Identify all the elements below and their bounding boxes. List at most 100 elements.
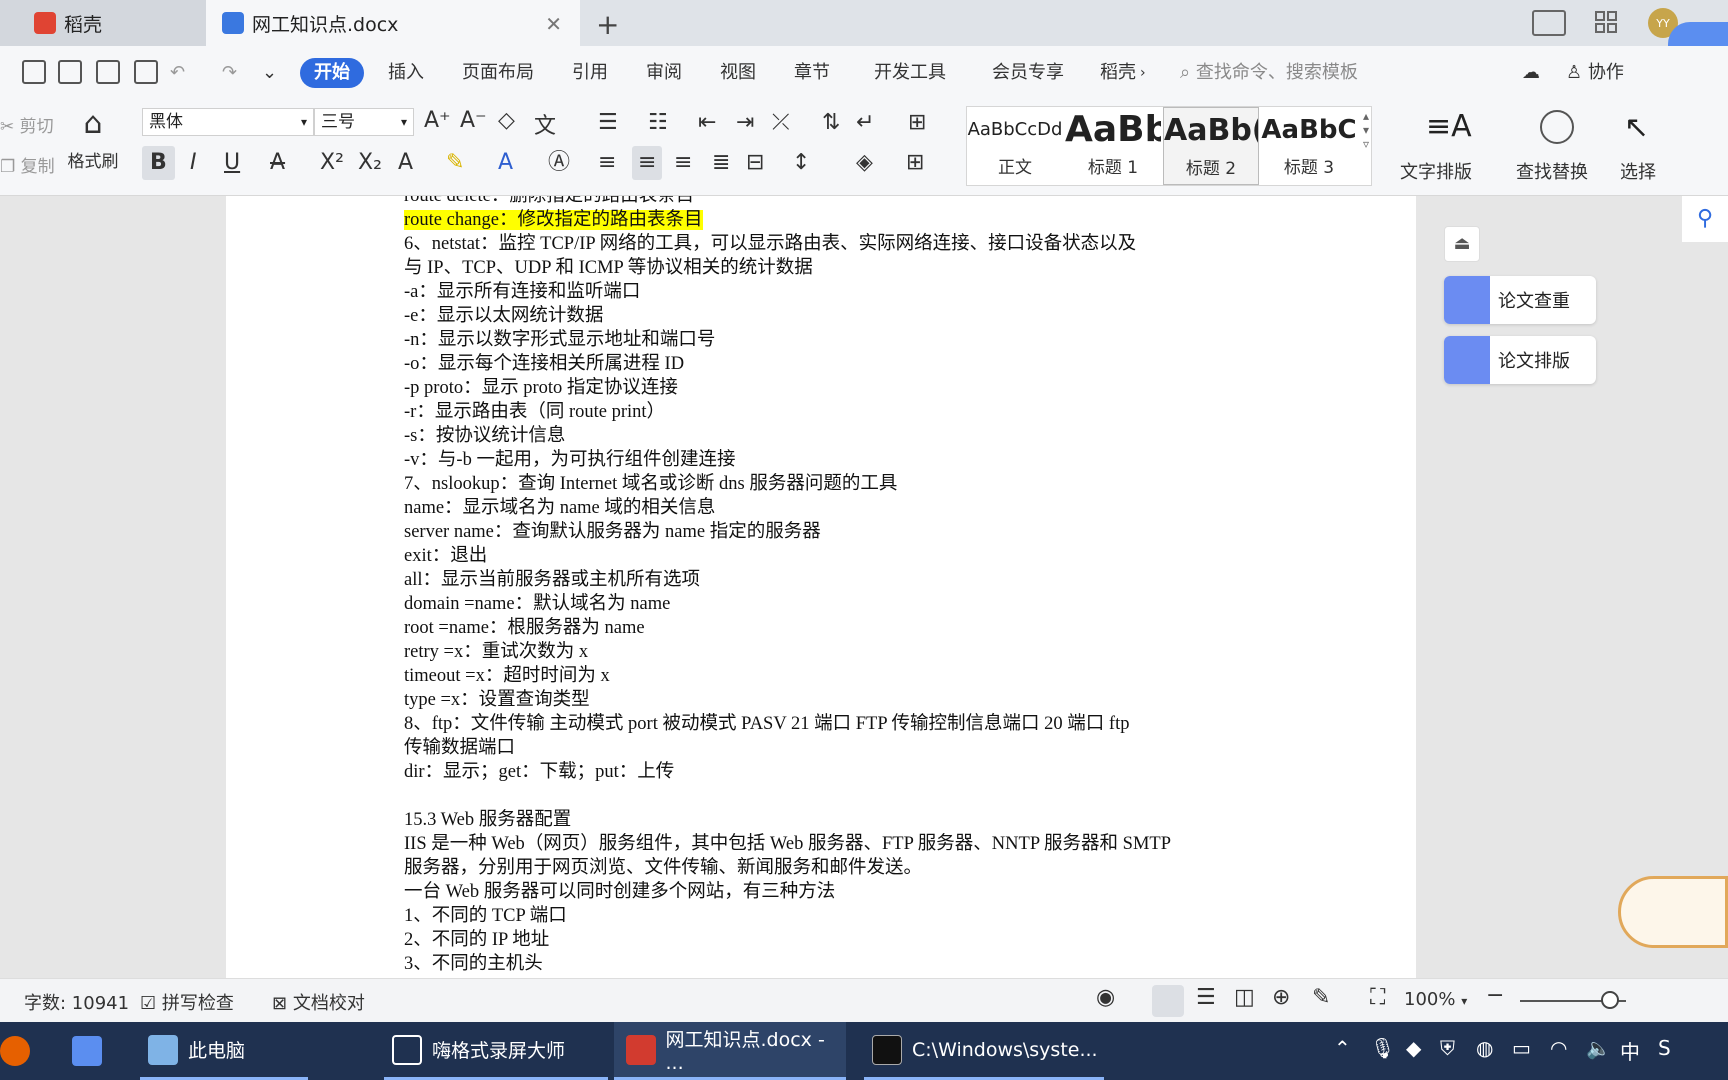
document-line[interactable]: 7、nslookup：查询 Internet 域名或诊断 dns 服务器问题的工… [404, 472, 1254, 496]
tab-daoke[interactable]: 稻壳 [0, 0, 206, 46]
menu-developer[interactable]: 开发工具 [874, 58, 946, 88]
font-color-button[interactable]: A [498, 146, 513, 180]
font-size-select[interactable]: 三号 ▾ [314, 108, 414, 136]
document-line[interactable]: root =name：根服务器为 name [404, 616, 1254, 640]
undo-icon[interactable]: ↶ [170, 58, 185, 88]
document-line[interactable]: 1、不同的 TCP 端口 [404, 904, 1254, 928]
document-line[interactable]: 3、不同的主机头 [404, 952, 1254, 976]
sogou-ime-icon[interactable]: S [1658, 1036, 1671, 1060]
format-painter-button[interactable]: ⌂ 格式刷 [66, 106, 120, 172]
numbered-list-icon[interactable]: ☷ [648, 110, 668, 135]
web-view-icon[interactable]: ⊕ [1272, 985, 1290, 1010]
apps-grid-icon[interactable] [1594, 10, 1618, 34]
reading-view-icon[interactable]: ◫ [1234, 985, 1255, 1010]
menu-review[interactable]: 审阅 [646, 58, 682, 88]
document-line[interactable]: retry =x：重试次数为 x [404, 640, 1254, 664]
export-pdf-icon[interactable] [58, 60, 82, 84]
document-line[interactable]: route change：修改指定的路由表条目 [404, 208, 1254, 232]
security-shield-icon[interactable]: ⛨ [1440, 1036, 1455, 1060]
battery-icon[interactable]: ▭ [1512, 1036, 1531, 1060]
show-marks-icon[interactable]: ↵ [856, 110, 874, 135]
feishu-tray-icon[interactable]: ◆ [1406, 1036, 1421, 1060]
bullet-list-icon[interactable]: ☰ [598, 110, 618, 135]
document-line[interactable]: 6、netstat：监控 TCP/IP 网络的工具，可以显示路由表、实际网络连接… [404, 232, 1254, 256]
new-tab-icon[interactable]: + [596, 8, 619, 41]
document-line[interactable]: route delete：删除指定的路由表条目 [404, 196, 1254, 208]
quick-access-more-icon[interactable]: ⌄ [262, 58, 277, 88]
command-search-input[interactable]: ⌕ 查找命令、搜索模板 [1180, 58, 1358, 88]
underline-button[interactable]: U [224, 146, 240, 180]
print-preview-icon[interactable] [134, 60, 158, 84]
document-line[interactable]: type =x：设置查询类型 [404, 688, 1254, 712]
document-line[interactable]: domain =name：默认域名为 name [404, 592, 1254, 616]
fit-page-icon[interactable]: ⛶ [1370, 985, 1385, 1010]
task-wps-document[interactable]: 网工知识点.docx - ... [614, 1022, 846, 1080]
tab-document[interactable]: 网工知识点.docx ✕ [206, 0, 580, 46]
clear-format-icon[interactable]: ◇ [498, 108, 515, 133]
menu-view[interactable]: 视图 [720, 58, 756, 88]
wps-tray-icon[interactable]: ◍ [1476, 1036, 1493, 1060]
document-line[interactable]: -r：显示路由表（同 route print） [404, 400, 1254, 424]
word-count[interactable]: 字数: 10941 [24, 989, 129, 1015]
document-line[interactable]: dir：显示；get：下载；put：上传 [404, 760, 1254, 784]
font-name-select[interactable]: 黑体 ▾ [142, 108, 314, 136]
redo-icon[interactable]: ↷ [222, 58, 237, 88]
firefox-icon[interactable] [0, 1022, 40, 1080]
italic-button[interactable]: I [190, 146, 197, 180]
copy-button[interactable]: ❐ 复制 [0, 152, 55, 177]
document-line[interactable]: server name：查询默认服务器为 name 指定的服务器 [404, 520, 1254, 544]
grow-font-icon[interactable]: A⁺ [424, 108, 451, 133]
close-tab-icon[interactable]: ✕ [545, 12, 562, 36]
menu-daoke[interactable]: 稻壳 [1100, 58, 1136, 88]
style-normal[interactable]: AaBbCcDd 正文 [967, 107, 1063, 185]
location-pin-icon[interactable]: ⚲ [1682, 196, 1728, 242]
ime-floating-badge[interactable] [1618, 876, 1728, 948]
menu-page-layout[interactable]: 页面布局 [462, 58, 534, 88]
document-line[interactable]: name：显示域名为 name 域的相关信息 [404, 496, 1254, 520]
document-line[interactable]: -a：显示所有连接和监听端口 [404, 280, 1254, 304]
text-layout-button[interactable]: 文字排版 [1400, 158, 1472, 184]
align-center-icon[interactable]: ≡ [632, 146, 663, 180]
subscript-button[interactable]: X₂ [358, 146, 382, 180]
cut-button[interactable]: ✂ 剪切 [0, 112, 54, 137]
menu-references[interactable]: 引用 [572, 58, 608, 88]
zoom-slider-thumb[interactable] [1601, 991, 1620, 1009]
spell-check-button[interactable]: ☑ 拼写检查 [140, 989, 234, 1015]
volume-icon[interactable]: 🔈 [1586, 1036, 1611, 1060]
styles-scroll-icon[interactable]: ▴ ▾ ▿ [1363, 109, 1369, 151]
decrease-indent-icon[interactable]: ⇤ [698, 110, 716, 135]
document-line[interactable]: IIS 是一种 Web（网页）服务组件，其中包括 Web 服务器、FTP 服务器… [404, 832, 1254, 856]
shrink-font-icon[interactable]: A⁻ [460, 108, 487, 133]
document-line[interactable]: -s：按协议统计信息 [404, 424, 1254, 448]
document-line[interactable]: all：显示当前服务器或主机所有选项 [404, 568, 1254, 592]
eye-protection-icon[interactable]: ◉ [1096, 985, 1115, 1010]
document-line[interactable]: 与 IP、TCP、UDP 和 ICMP 等协议相关的统计数据 [404, 256, 1254, 280]
document-line[interactable]: -e：显示以太网统计数据 [404, 304, 1254, 328]
menu-member[interactable]: 会员专享 [992, 58, 1064, 88]
write-view-icon[interactable]: ✎ [1312, 985, 1330, 1010]
bold-button[interactable]: B [142, 146, 175, 180]
zoom-select[interactable]: 100% ▾ [1404, 989, 1467, 1010]
document-page[interactable]: route delete：删除指定的路由表条目 route change：修改指定… [226, 196, 1416, 978]
document-line[interactable]: -o：显示每个连接相关所属进程 ID [404, 352, 1254, 376]
strikethrough-button[interactable]: A [270, 146, 285, 180]
borders-icon[interactable]: ⊞ [906, 146, 924, 180]
document-line[interactable]: 一台 Web 服务器可以同时创建多个网站，有三种方法 [404, 880, 1254, 904]
print-icon[interactable] [96, 60, 120, 84]
cloud-sync-icon[interactable]: ☁ [1522, 58, 1540, 88]
document-line[interactable]: 服务器，分别用于网页浏览、文件传输、新闻服务和邮件发送。 [404, 856, 1254, 880]
document-line[interactable] [404, 784, 1254, 808]
task-this-pc[interactable]: 此电脑 [140, 1022, 308, 1080]
distribute-icon[interactable]: ⊟ [746, 146, 764, 180]
document-line[interactable]: -v：与-b 一起用，为可执行组件创建连接 [404, 448, 1254, 472]
document-line[interactable]: timeout =x：超时时间为 x [404, 664, 1254, 688]
microphone-icon[interactable]: 🎙 [1370, 1036, 1395, 1060]
justify-icon[interactable]: ≣ [712, 146, 730, 180]
increase-indent-icon[interactable]: ⇥ [736, 110, 754, 135]
collab-button[interactable]: ♙ 协作 [1566, 58, 1624, 88]
phonetic-guide-icon[interactable]: 文 [534, 108, 556, 140]
align-left-icon[interactable]: ≡ [598, 146, 616, 180]
doc-proof-button[interactable]: ⊠ 文档校对 [272, 989, 365, 1015]
task-cmd[interactable]: C:\Windows\syste... [864, 1022, 1104, 1080]
page-view-icon[interactable] [1152, 985, 1184, 1017]
